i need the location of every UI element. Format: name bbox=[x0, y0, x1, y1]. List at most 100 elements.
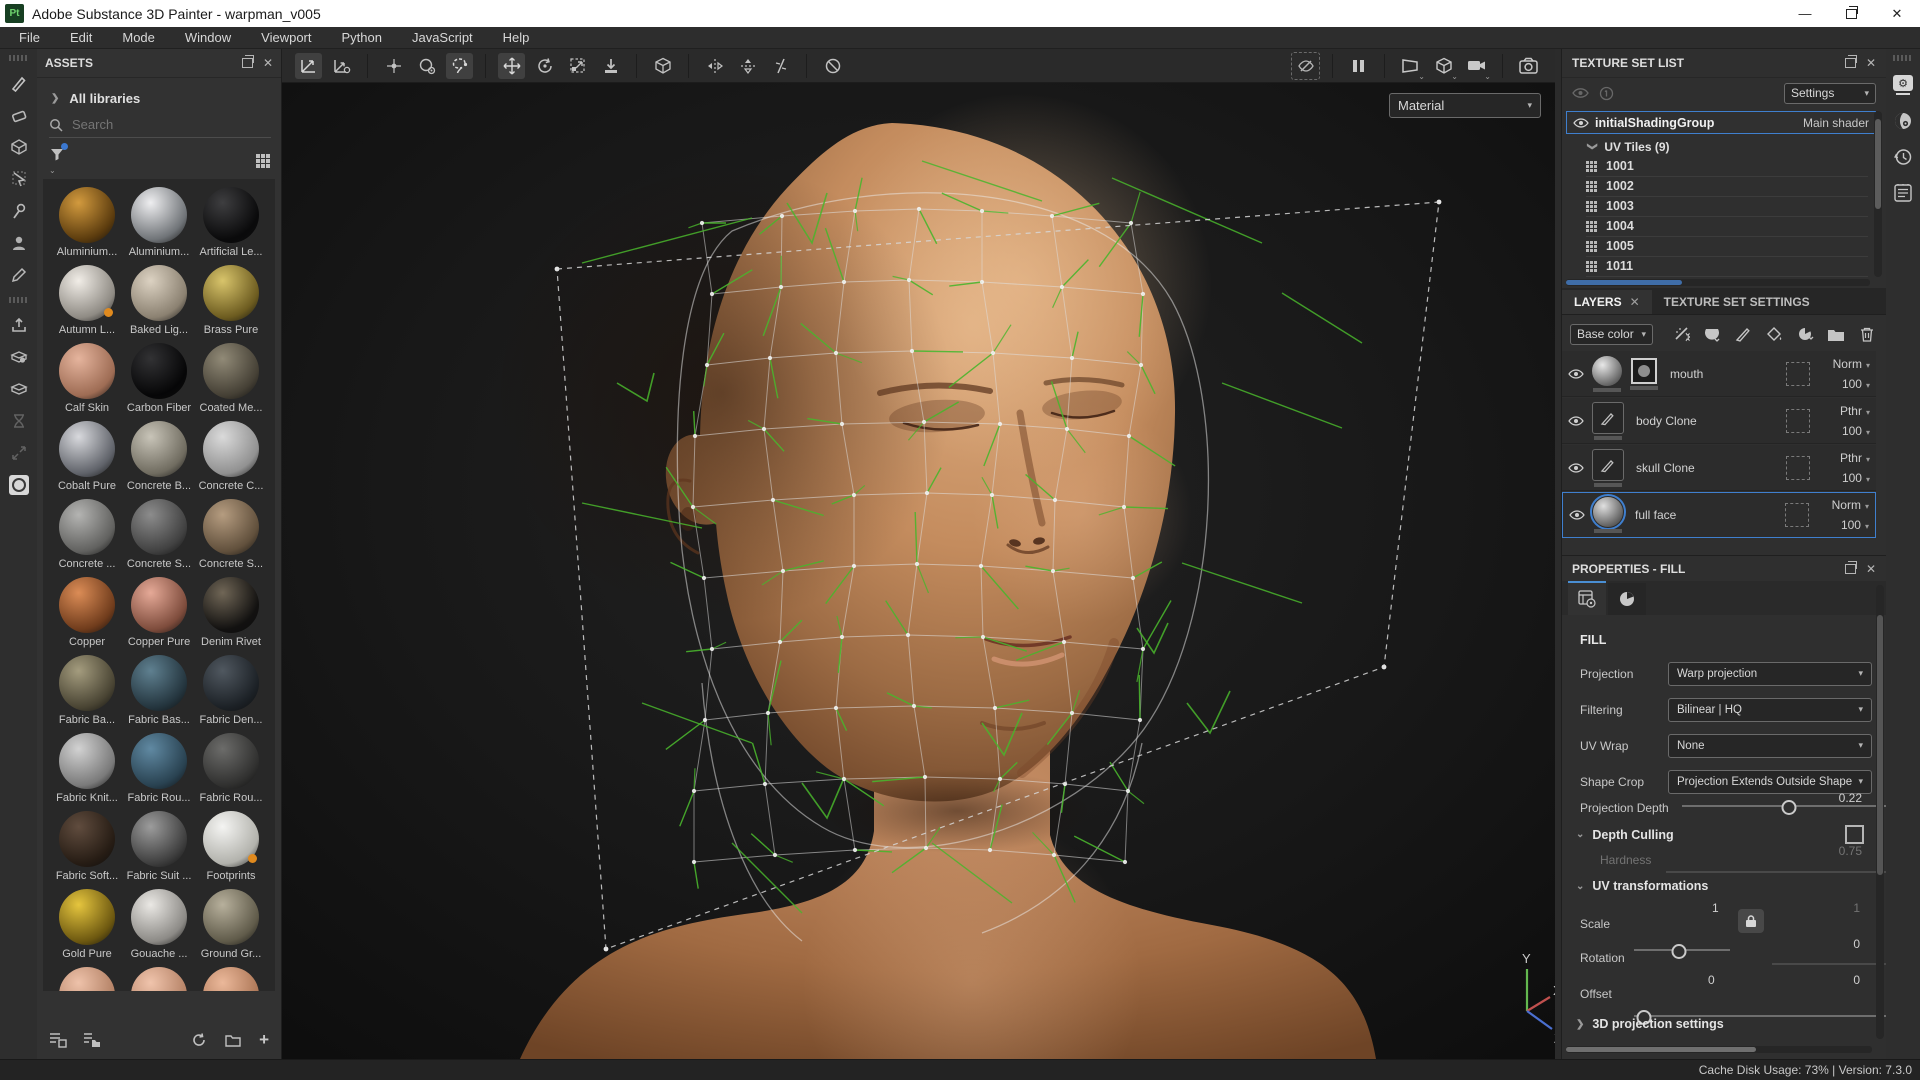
search-input[interactable] bbox=[70, 116, 244, 133]
asset-item[interactable]: Gouache ... bbox=[123, 889, 195, 967]
eye-visible-icon[interactable] bbox=[1568, 415, 1584, 427]
projection-tool[interactable] bbox=[5, 133, 33, 161]
send-to-asset-tool[interactable] bbox=[5, 343, 33, 371]
drag-handle[interactable] bbox=[9, 55, 29, 61]
opacity-dropdown[interactable]: 100▾ bbox=[1842, 377, 1870, 391]
asset-item[interactable]: Fabric Soft... bbox=[51, 811, 123, 889]
uv-transformations-label[interactable]: UV transformations bbox=[1592, 879, 1708, 893]
eye-visible-icon[interactable] bbox=[1568, 462, 1584, 474]
asset-item[interactable] bbox=[51, 967, 123, 991]
export-resources-tool[interactable] bbox=[5, 311, 33, 339]
filtering-dropdown[interactable]: Bilinear | HQ▾ bbox=[1668, 698, 1872, 722]
collapse-chevron-icon[interactable]: ❯ bbox=[1587, 142, 1598, 150]
opacity-dropdown[interactable]: 100▾ bbox=[1842, 424, 1870, 438]
cube-projection-icon[interactable] bbox=[649, 53, 676, 79]
close-button[interactable]: ✕ bbox=[1874, 0, 1920, 27]
depth-culling-label[interactable]: Depth Culling bbox=[1592, 828, 1673, 842]
asset-item[interactable]: Coated Me... bbox=[195, 343, 267, 421]
layer-thumbnail[interactable] bbox=[1592, 402, 1624, 434]
projection-depth-slider[interactable] bbox=[1682, 799, 1920, 813]
display-settings-icon[interactable] bbox=[1891, 109, 1915, 133]
warp-edit-tool[interactable] bbox=[328, 53, 355, 79]
asset-item[interactable]: Fabric Ba... bbox=[51, 655, 123, 733]
texture-set-row[interactable]: initialShadingGroup Main shader bbox=[1566, 111, 1876, 134]
symmetry-toggle-icon[interactable] bbox=[767, 53, 794, 79]
restore-button[interactable] bbox=[1828, 0, 1874, 27]
stencil-visibility-toggle[interactable] bbox=[1291, 52, 1320, 80]
asset-item[interactable]: Calf Skin bbox=[51, 343, 123, 421]
eye-visible-icon[interactable] bbox=[1573, 117, 1589, 129]
smudge-tool[interactable] bbox=[5, 197, 33, 225]
asset-item[interactable]: Brass Pure bbox=[195, 265, 267, 343]
shape-crop-dropdown[interactable]: Projection Extends Outside Shape▾ bbox=[1668, 770, 1872, 794]
asset-item[interactable]: Carbon Fiber bbox=[123, 343, 195, 421]
close-panel-icon[interactable]: ✕ bbox=[1866, 56, 1876, 70]
properties-hscrollbar[interactable] bbox=[1566, 1046, 1872, 1053]
menu-viewport[interactable]: Viewport bbox=[246, 30, 326, 45]
menu-python[interactable]: Python bbox=[326, 30, 396, 45]
blend-mode-dropdown[interactable]: Norm▾ bbox=[1832, 498, 1869, 512]
mirror-horizontal-icon[interactable] bbox=[701, 53, 728, 79]
log-icon[interactable] bbox=[1891, 181, 1915, 205]
asset-item[interactable]: Artificial Le... bbox=[195, 187, 267, 265]
layer-row-mouth[interactable]: mouth Norm▾ 100▾ bbox=[1562, 351, 1876, 397]
channel-dropdown[interactable]: Base color ▾ bbox=[1570, 324, 1653, 345]
eye-visible-icon[interactable] bbox=[1569, 509, 1585, 521]
asset-item[interactable]: Fabric Den... bbox=[195, 655, 267, 733]
eye-visible-icon[interactable] bbox=[1568, 368, 1584, 380]
view-3d-button[interactable]: ⌄ bbox=[1430, 53, 1457, 79]
float-panel-icon[interactable] bbox=[242, 58, 253, 68]
material-picker-tool[interactable] bbox=[5, 261, 33, 289]
camera-view-button[interactable]: ⌄ bbox=[1463, 53, 1490, 79]
asset-item[interactable]: Fabric Bas... bbox=[123, 655, 195, 733]
opacity-dropdown[interactable]: 100▾ bbox=[1842, 471, 1870, 485]
layer-thumbnail[interactable] bbox=[1592, 356, 1622, 386]
new-folder-icon[interactable] bbox=[225, 1033, 241, 1047]
uv-tiles-label[interactable]: UV Tiles (9) bbox=[1604, 140, 1669, 154]
layer-row-body-clone[interactable]: body Clone Pthr▾ 100▾ bbox=[1562, 398, 1876, 444]
add-mask-icon[interactable] bbox=[1701, 323, 1723, 345]
texture-set-settings-shortcut-icon[interactable]: ⚙ bbox=[1891, 73, 1915, 97]
solo-channel-icon[interactable] bbox=[1599, 86, 1614, 101]
blend-mode-dropdown[interactable]: Pthr▾ bbox=[1840, 404, 1870, 418]
viewport-canvas[interactable]: Y X Z bbox=[282, 83, 1555, 1059]
uv-tile-row[interactable]: 1002 bbox=[1586, 176, 1868, 197]
texture-set-settings-dropdown[interactable]: Settings ▾ bbox=[1784, 83, 1876, 104]
scale-link-lock-icon[interactable] bbox=[1738, 909, 1764, 933]
move-tool[interactable] bbox=[498, 53, 525, 79]
close-panel-icon[interactable]: ✕ bbox=[1866, 562, 1876, 576]
add-group-icon[interactable] bbox=[1825, 323, 1847, 345]
asset-item[interactable]: Fabric Suit ... bbox=[123, 811, 195, 889]
eraser-tool[interactable] bbox=[5, 101, 33, 129]
all-libraries-label[interactable]: All libraries bbox=[69, 91, 140, 106]
asset-item[interactable]: Fabric Rou... bbox=[195, 733, 267, 811]
lasso-warp-tool[interactable] bbox=[446, 53, 473, 79]
menu-help[interactable]: Help bbox=[488, 30, 545, 45]
shading-mode-dropdown[interactable]: Material ▾ bbox=[1389, 93, 1541, 118]
texture-set-scrollbar[interactable] bbox=[1874, 111, 1882, 277]
menu-javascript[interactable]: JavaScript bbox=[397, 30, 488, 45]
depth-culling-checkbox[interactable] bbox=[1845, 825, 1864, 844]
close-panel-icon[interactable]: ✕ bbox=[263, 56, 273, 70]
add-smart-material-icon[interactable] bbox=[1794, 323, 1816, 345]
pause-engine-button[interactable] bbox=[1345, 53, 1372, 79]
view-2d-button[interactable]: ⌄ bbox=[1397, 53, 1424, 79]
drag-handle[interactable] bbox=[1893, 55, 1913, 61]
expand-chevron-icon[interactable]: ❯ bbox=[51, 93, 59, 104]
viewport-3d[interactable]: Y X Z Material ▾ bbox=[282, 83, 1555, 1059]
asset-item[interactable]: Aluminium... bbox=[123, 187, 195, 265]
tab-texture-set-settings[interactable]: TEXTURE SET SETTINGS bbox=[1652, 290, 1822, 314]
menu-edit[interactable]: Edit bbox=[55, 30, 107, 45]
apply-projection-tool[interactable] bbox=[597, 53, 624, 79]
projection-settings-label[interactable]: 3D projection settings bbox=[1592, 1017, 1723, 1031]
asset-item[interactable]: Copper bbox=[51, 577, 123, 655]
anchor-point-tool[interactable] bbox=[380, 53, 407, 79]
asset-item[interactable]: Denim Rivet bbox=[195, 577, 267, 655]
blend-mode-dropdown[interactable]: Pthr▾ bbox=[1840, 451, 1870, 465]
record-viewport-tool[interactable] bbox=[5, 471, 33, 499]
tab-fill-properties[interactable] bbox=[1568, 581, 1606, 615]
tab-material-properties[interactable] bbox=[1608, 583, 1646, 615]
delete-layer-icon[interactable] bbox=[1856, 323, 1878, 345]
asset-item[interactable]: Fabric Rou... bbox=[123, 733, 195, 811]
rotate-tool[interactable] bbox=[531, 53, 558, 79]
